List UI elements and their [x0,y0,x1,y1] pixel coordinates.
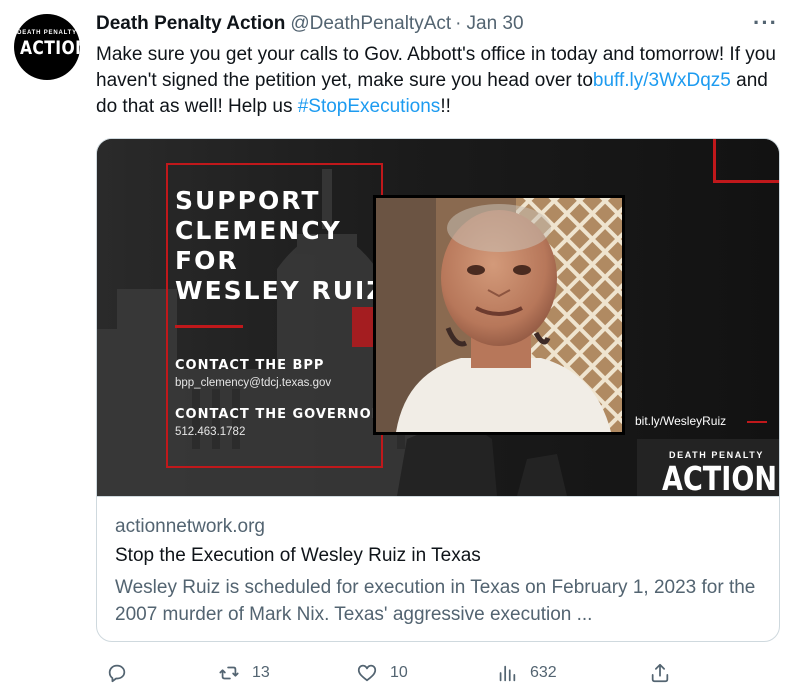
retweet-button[interactable]: 13 [218,656,270,690]
retweet-count: 13 [252,664,270,681]
card-info[interactable]: actionnetwork.org Stop the Execution of … [97,496,779,641]
heart-icon [357,664,377,682]
author-handle[interactable]: @DeathPenaltyAct [290,13,451,35]
like-count: 10 [390,664,408,681]
card-image[interactable]: SUPPORT CLEMENCY FOR WESLEY RUIZ CONTACT… [97,139,779,496]
card-title: Stop the Execution of Wesley Ruiz in Tex… [115,545,481,566]
reply-button[interactable] [106,656,140,690]
views-icon [499,665,516,682]
retweet-icon [219,666,239,680]
contact-bpp-label: CONTACT THE BPP [175,358,325,373]
more-options-icon[interactable]: ··· [753,10,778,36]
link-card[interactable]: SUPPORT CLEMENCY FOR WESLEY RUIZ CONTACT… [96,138,780,642]
headline-line-1: SUPPORT [175,186,321,215]
views-count: 632 [530,664,557,681]
link-underline [747,421,767,423]
tweet-text-part3: !! [440,96,451,117]
hashtag-link[interactable]: #StopExecutions [298,96,441,117]
tweet-header: Death Penalty Action @DeathPenaltyAct · … [96,12,524,36]
card-description: Wesley Ruiz is scheduled for execution i… [115,577,756,625]
card-domain: actionnetwork.org [115,516,265,537]
views-button[interactable]: 632 [496,656,557,690]
reply-icon [108,664,126,683]
contact-bpp-email: bpp_clemency@tdcj.texas.gov [175,377,332,389]
contact-governor-phone: 512.463.1782 [175,426,246,438]
separator: · [455,13,462,34]
card-logo-big: ACTION [662,459,777,496]
author-name[interactable]: Death Penalty Action [96,13,285,35]
portrait-photo [373,195,625,435]
headline-line-4: WESLEY RUIZ [175,276,387,305]
corner-frame [713,139,779,183]
headline-line-2: CLEMENCY [175,216,342,245]
share-button[interactable] [649,656,671,690]
avatar-logo-small: DEATH PENALTY [17,30,77,36]
tweet-link[interactable]: buff.ly/3WxDqz5 [593,70,731,91]
avatar[interactable]: DEATH PENALTY ACTION [14,14,80,80]
like-button[interactable]: 10 [356,656,408,690]
tweet-date[interactable]: Jan 30 [467,13,524,35]
headline-underline [175,325,243,328]
contact-governor-label: CONTACT THE GOVERNOR [175,407,383,422]
card-image-link: bit.ly/WesleyRuiz [635,414,727,428]
action-bar: 13 10 632 [96,656,780,690]
tweet-text: Make sure you get your calls to Gov. Abb… [96,42,786,120]
headline-line-3: FOR [175,246,239,275]
share-icon [651,663,669,683]
support-headline: SUPPORT CLEMENCY FOR WESLEY RUIZ [175,186,386,306]
avatar-logo-big: ACTION [19,37,80,59]
